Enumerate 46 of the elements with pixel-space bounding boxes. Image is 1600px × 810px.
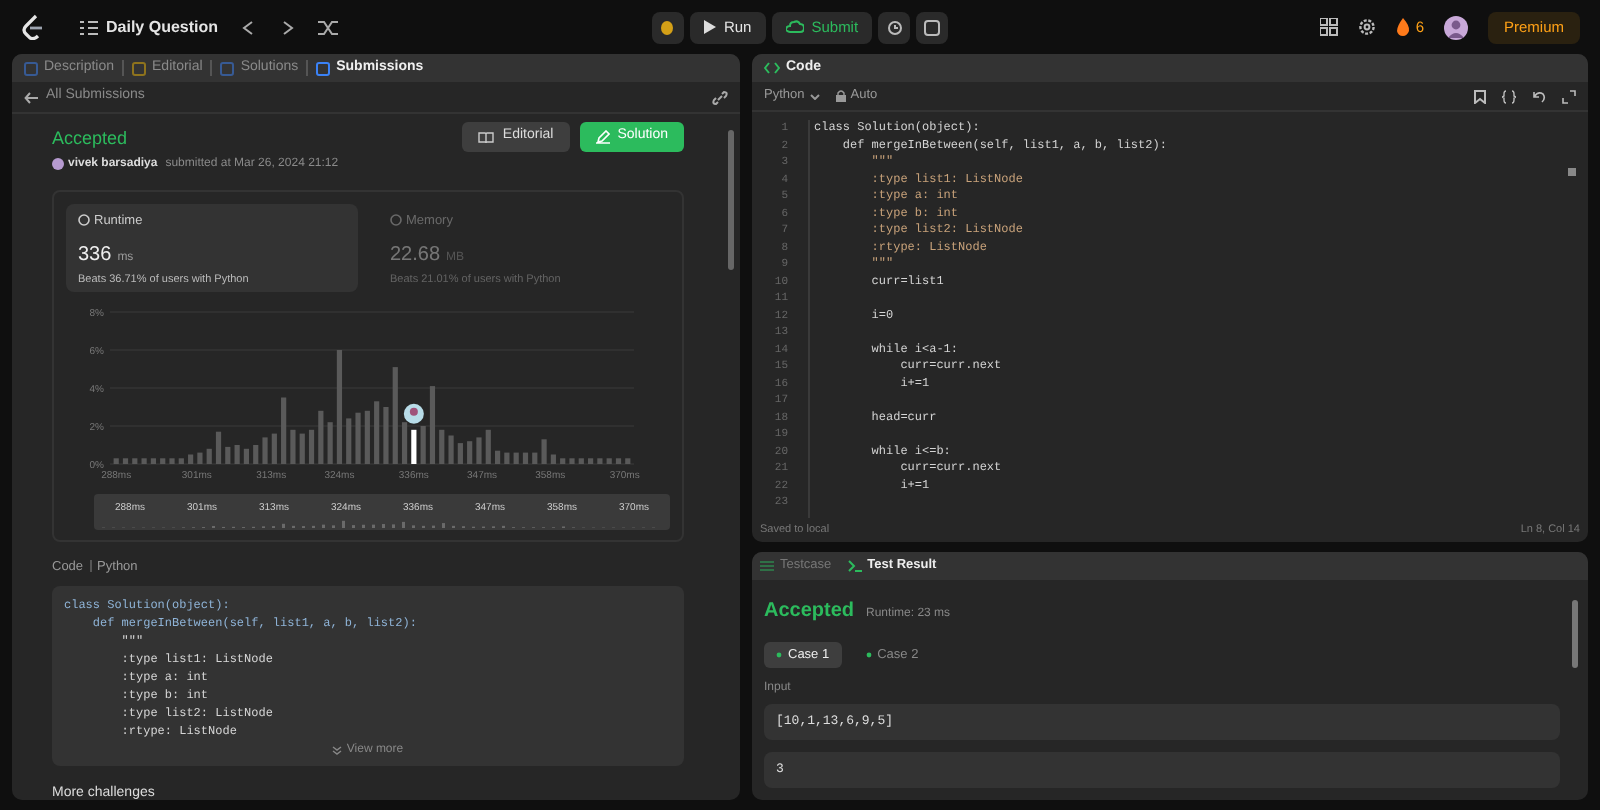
- alarm-clock-icon: [885, 18, 904, 36]
- metric-value: 336: [78, 242, 112, 271]
- avatar-icon[interactable]: [1444, 15, 1468, 39]
- note-icon: [924, 19, 941, 35]
- chevron-left-icon[interactable]: [242, 19, 255, 35]
- bookmark-icon[interactable]: [1474, 89, 1486, 103]
- shuffle-icon[interactable]: [318, 19, 339, 35]
- double-chevron-icon: [332, 746, 343, 757]
- dot-icon: [776, 652, 782, 658]
- tab-icon: [24, 61, 38, 75]
- cloud-upload-icon: [785, 20, 804, 34]
- settings-icon[interactable]: [1357, 18, 1376, 36]
- arrow-left-icon: [24, 91, 38, 103]
- caret-icon: [810, 93, 821, 99]
- logo-icon[interactable]: [20, 14, 44, 40]
- list-icon: [80, 19, 98, 35]
- debug-button[interactable]: [651, 11, 684, 43]
- code-icon: [764, 62, 780, 74]
- dot-icon: [865, 652, 872, 658]
- braces-icon[interactable]: [1502, 89, 1516, 103]
- status-text: Accepted: [52, 126, 130, 152]
- book-icon: [478, 131, 495, 143]
- undo-icon[interactable]: [1532, 89, 1546, 103]
- scrollbar-thumb[interactable]: [1568, 168, 1576, 176]
- tab-icon: [132, 61, 147, 75]
- status-text: Accepted: [764, 598, 855, 626]
- problem-list-button[interactable]: Daily Question: [80, 15, 219, 39]
- play-icon: [703, 20, 716, 34]
- link-icon[interactable]: [712, 89, 728, 105]
- user-avatar-icon[interactable]: [52, 158, 64, 170]
- avatar-marker: [403, 402, 424, 423]
- edit-icon: [595, 130, 610, 144]
- grid-icon[interactable]: [1319, 18, 1338, 36]
- alarm-button[interactable]: [878, 11, 911, 43]
- tab-icon: [220, 61, 235, 75]
- chevron-right-icon[interactable]: [282, 19, 295, 35]
- flame-icon: [1395, 18, 1410, 36]
- scrollbar-thumb[interactable]: [1572, 600, 1578, 668]
- scrollbar-thumb[interactable]: [727, 130, 733, 270]
- terminal-icon: [847, 560, 862, 572]
- note-button[interactable]: [916, 11, 949, 43]
- tab-icon: [316, 61, 331, 75]
- checklist-icon: [760, 560, 774, 572]
- metric-value: 22.68: [390, 242, 441, 271]
- lock-icon: [836, 90, 847, 102]
- expand-icon[interactable]: [1562, 89, 1576, 103]
